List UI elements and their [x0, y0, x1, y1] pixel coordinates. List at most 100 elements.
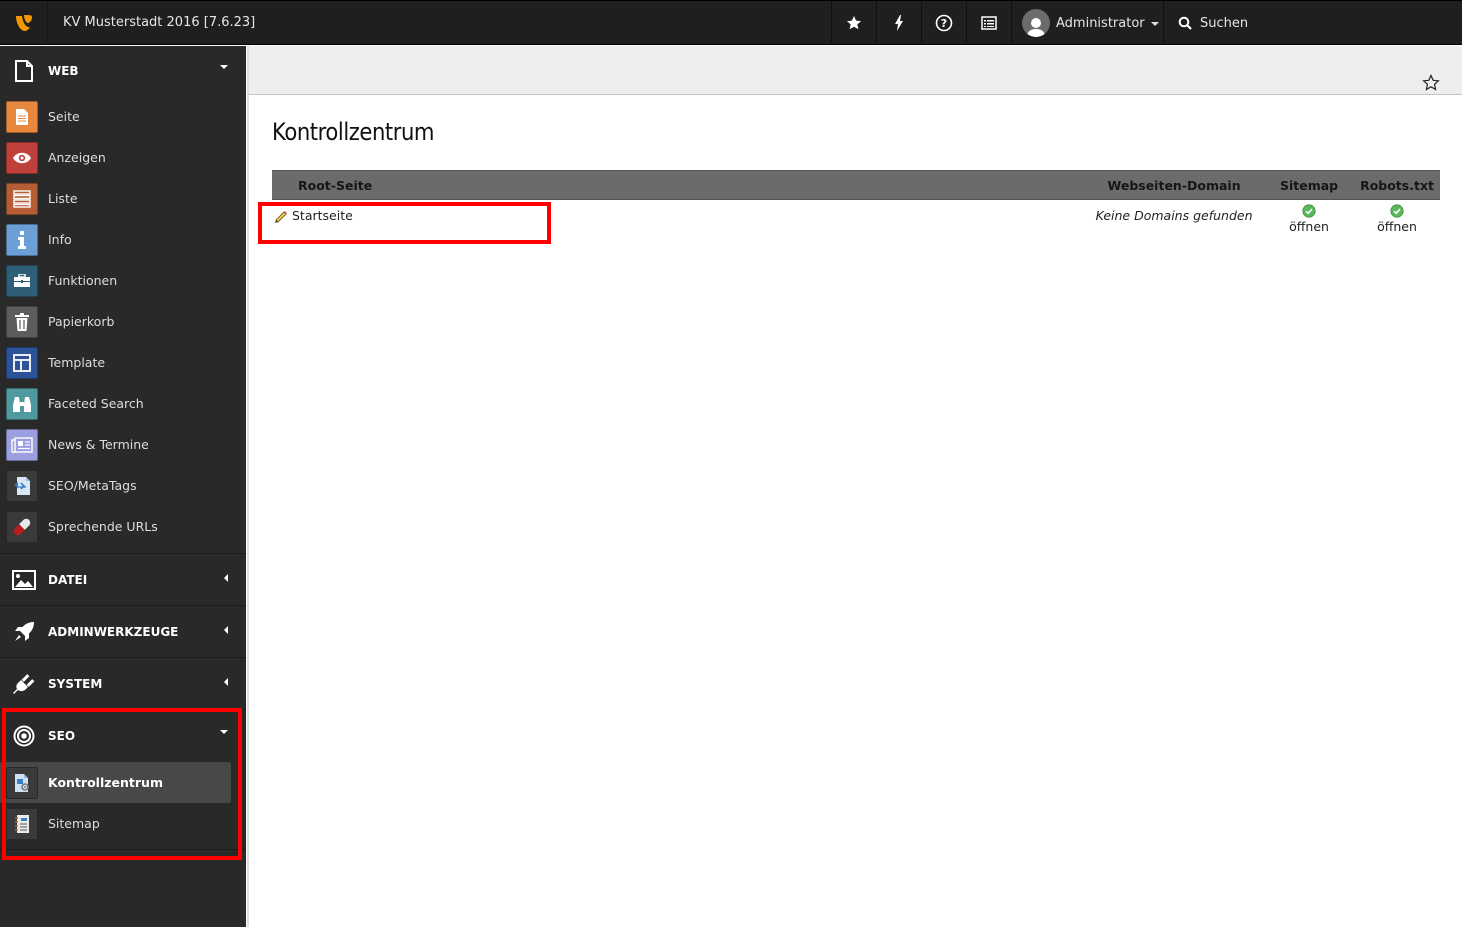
system-info-button[interactable]: [966, 1, 1011, 45]
group-system: SYSTEM: [0, 658, 246, 710]
table-row: Startseite Keine Domains gefunden öffnen…: [272, 200, 1440, 240]
page-title: Kontrollzentrum: [272, 118, 435, 146]
group-label: SEO: [48, 729, 76, 743]
module-item-news-termine[interactable]: News & Termine: [0, 424, 231, 465]
module-item-papierkorb[interactable]: Papierkorb: [0, 301, 231, 342]
bookmarks-button[interactable]: [831, 1, 876, 45]
module-label: News & Termine: [48, 437, 149, 452]
open-robots-link[interactable]: öffnen: [1377, 219, 1417, 234]
help-icon: ?: [935, 14, 953, 32]
root-page-cell[interactable]: Startseite: [272, 200, 1084, 240]
svg-text:?: ?: [941, 17, 947, 30]
module-label: Funktionen: [48, 273, 118, 288]
chevron-down-icon: [1150, 22, 1159, 26]
group-header-datei[interactable]: DATEI: [0, 554, 246, 606]
group-adminwerkzeuge: ADMINWERKZEUGE: [0, 606, 246, 658]
caret-down-icon: [220, 730, 228, 734]
column-header-robots: Robots.txt: [1354, 170, 1440, 200]
user-name: Administrator: [1056, 15, 1145, 31]
group-header-system[interactable]: SYSTEM: [0, 658, 246, 710]
caret-left-icon: [224, 574, 228, 582]
toolbox-icon: [6, 264, 38, 297]
control-center-icon: [6, 766, 38, 799]
bookmark-button[interactable]: [1422, 74, 1440, 95]
image-icon: [0, 570, 48, 590]
search-label: Suchen: [1200, 15, 1249, 31]
module-item-kontrollzentrum[interactable]: Kontrollzentrum: [0, 762, 231, 803]
module-item-info[interactable]: Info: [0, 219, 231, 260]
group-label: ADMINWERKZEUGE: [48, 625, 179, 639]
group-header-adminwerkzeuge[interactable]: ADMINWERKZEUGE: [0, 606, 246, 658]
module-label: Seite: [48, 109, 80, 124]
user-menu[interactable]: Administrator: [1011, 1, 1163, 45]
column-header-domain: Webseiten-Domain: [1084, 170, 1265, 200]
open-sitemap-link[interactable]: öffnen: [1289, 219, 1329, 234]
domain-cell: Keine Domains gefunden: [1095, 208, 1253, 223]
typo3-logo[interactable]: [0, 1, 48, 45]
module-label: Liste: [48, 191, 78, 206]
search-button[interactable]: Suchen: [1163, 1, 1248, 45]
module-label: Sitemap: [48, 816, 100, 831]
pill-icon: [6, 510, 38, 543]
page-module-icon: [6, 100, 38, 133]
group-label: SYSTEM: [48, 677, 103, 691]
module-menu: WEB Seite Anzeigen Liste Info Funktionen…: [0, 46, 246, 927]
module-label: Template: [48, 355, 106, 370]
typo3-logo-icon: [15, 15, 32, 31]
page-icon: [0, 60, 48, 82]
check-circle-icon: [1390, 204, 1404, 218]
column-header-root: Root-Seite: [272, 170, 1085, 200]
template-icon: [6, 346, 38, 379]
column-header-sitemap: Sitemap: [1264, 170, 1355, 200]
star-icon: [846, 16, 862, 30]
table-header-row: Root-Seite Webseiten-Domain Sitemap Robo…: [272, 170, 1440, 200]
star-outline-icon: [1422, 74, 1440, 91]
module-item-anzeigen[interactable]: Anzeigen: [0, 137, 231, 178]
root-pages-table: Root-Seite Webseiten-Domain Sitemap Robo…: [272, 170, 1440, 240]
module-item-seo-metatags[interactable]: SEO/MetaTags: [0, 465, 231, 506]
trash-icon: [6, 305, 38, 338]
module-label: Kontrollzentrum: [48, 775, 163, 790]
module-label: Anzeigen: [48, 150, 106, 165]
group-web: WEB Seite Anzeigen Liste Info Funktionen…: [0, 46, 246, 554]
module-label: SEO/MetaTags: [48, 478, 137, 493]
module-item-funktionen[interactable]: Funktionen: [0, 260, 231, 301]
avatar: [1022, 9, 1050, 37]
user-icon: [1027, 18, 1045, 37]
module-item-template[interactable]: Template: [0, 342, 231, 383]
target-icon: [0, 725, 48, 747]
system-info-icon: [981, 16, 997, 30]
pencil-icon[interactable]: [274, 210, 288, 224]
info-icon: [6, 223, 38, 256]
clear-cache-button[interactable]: [876, 1, 921, 45]
search-icon: [1178, 16, 1192, 30]
module-label: Papierkorb: [48, 314, 115, 329]
robots-cell[interactable]: öffnen: [1354, 200, 1440, 240]
module-item-liste[interactable]: Liste: [0, 178, 231, 219]
module-item-faceted-search[interactable]: Faceted Search: [0, 383, 231, 424]
bolt-icon: [895, 15, 903, 31]
sitemap-icon: [6, 807, 38, 840]
group-datei: DATEI: [0, 554, 246, 606]
group-header-web[interactable]: WEB: [0, 46, 246, 96]
doc-header: [249, 46, 1462, 95]
site-title: KV Musterstadt 2016 [7.6.23]: [63, 15, 256, 30]
caret-down-icon: [220, 65, 228, 69]
list-icon: [6, 182, 38, 215]
module-item-sprechende-urls[interactable]: Sprechende URLs: [0, 506, 231, 547]
caret-left-icon: [224, 626, 228, 634]
module-label: Sprechende URLs: [48, 519, 158, 534]
module-item-sitemap[interactable]: Sitemap: [0, 803, 231, 844]
group-label: DATEI: [48, 573, 88, 587]
module-label: Info: [48, 232, 72, 247]
module-item-seite[interactable]: Seite: [0, 96, 231, 137]
caret-left-icon: [224, 678, 228, 686]
help-button[interactable]: ?: [921, 1, 966, 45]
rocket-icon: [0, 621, 48, 643]
sitemap-cell[interactable]: öffnen: [1264, 200, 1354, 240]
group-header-seo[interactable]: SEO: [0, 710, 246, 762]
binoculars-icon: [6, 387, 38, 420]
news-icon: [6, 428, 38, 461]
plug-icon: [0, 672, 48, 696]
root-page-link[interactable]: Startseite: [292, 208, 353, 223]
